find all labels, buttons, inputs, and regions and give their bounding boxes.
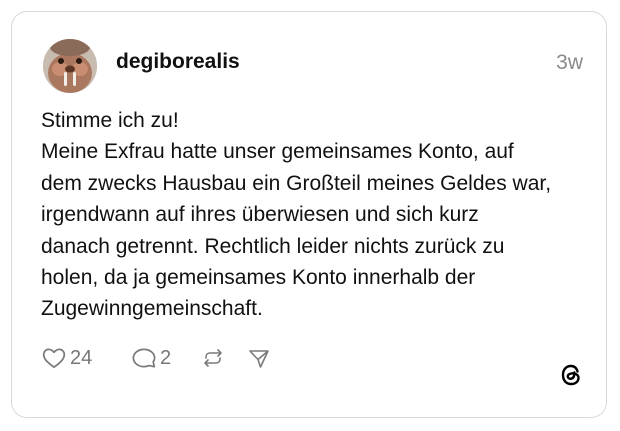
heart-icon (42, 348, 66, 369)
reply-count: 2 (160, 346, 172, 369)
walrus-avatar-icon (43, 39, 97, 93)
speech-bubble-icon (132, 348, 156, 368)
like-count: 24 (70, 346, 93, 369)
post-timestamp: 3w (556, 51, 583, 74)
reply-button[interactable]: 2 (131, 345, 171, 371)
like-button[interactable]: 24 (41, 345, 92, 371)
post-text: Stimme ich zu! Meine Exfrau hatte unser … (41, 109, 552, 321)
send-icon (249, 350, 269, 368)
share-button[interactable] (247, 345, 271, 371)
repost-icon (204, 349, 222, 367)
repost-button[interactable] (201, 345, 225, 371)
avatar[interactable] (43, 39, 97, 93)
post-card: degiborealis 3w Stimme ich zu! Meine Exf… (11, 11, 607, 418)
username[interactable]: degiborealis (116, 50, 240, 74)
threads-logo-icon (557, 361, 585, 389)
